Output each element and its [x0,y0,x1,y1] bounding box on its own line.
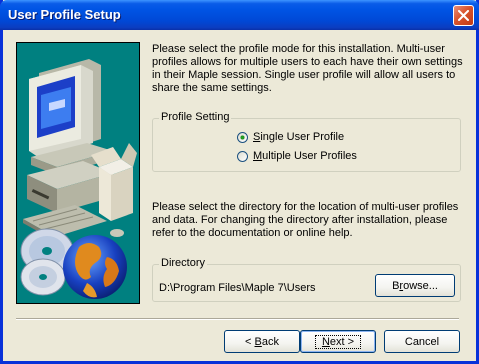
footer-separator [16,318,459,320]
multiple-user-profiles-label: Multiple User Profiles [253,150,357,162]
back-button[interactable]: < Back [224,330,300,353]
multiple-user-profiles-option[interactable]: Multiple User Profiles [237,149,357,163]
browse-button[interactable]: Br owse... [375,274,455,297]
setup-illustration [16,42,140,304]
profile-setting-label: Profile Setting [159,111,232,123]
multiple-user-label-rest: ultiple User Profiles [262,150,357,162]
title-bar[interactable]: User Profile Setup [0,0,479,30]
browse-label-rest: owse... [403,279,438,292]
radio-unselected-icon[interactable] [237,150,248,162]
cancel-button[interactable]: Cancel [384,330,460,353]
back-label-start: < [245,335,255,348]
intro-text: Please select the profile mode for this … [152,43,463,94]
multiple-user-hotkey: M [253,150,263,162]
directory-text: Please select the directory for the loca… [152,201,459,239]
close-button[interactable] [453,5,474,26]
directory-label: Directory [159,257,208,269]
back-label-rest: ack [261,335,279,348]
next-focus-rect: Next > [314,334,362,349]
radio-selected-icon[interactable] [237,131,248,143]
next-label-rest: ext > [329,335,355,348]
single-user-profile-label: Single User Profile [253,131,344,143]
next-hotkey: N [321,335,330,348]
browse-label-start: B [392,279,400,292]
back-hotkey: B [254,335,262,348]
single-user-profile-option[interactable]: Single User Profile [237,130,344,144]
profile-setting-group: Profile Setting Single User Profile Mult… [152,111,461,172]
globe-icon [63,235,127,299]
next-button[interactable]: Next > [300,330,376,353]
window-title: User Profile Setup [8,7,121,22]
single-user-label-rest: ingle User Profile [260,131,345,143]
close-icon [458,10,469,21]
directory-path: D:\Program Files\Maple 7\Users [159,282,316,294]
